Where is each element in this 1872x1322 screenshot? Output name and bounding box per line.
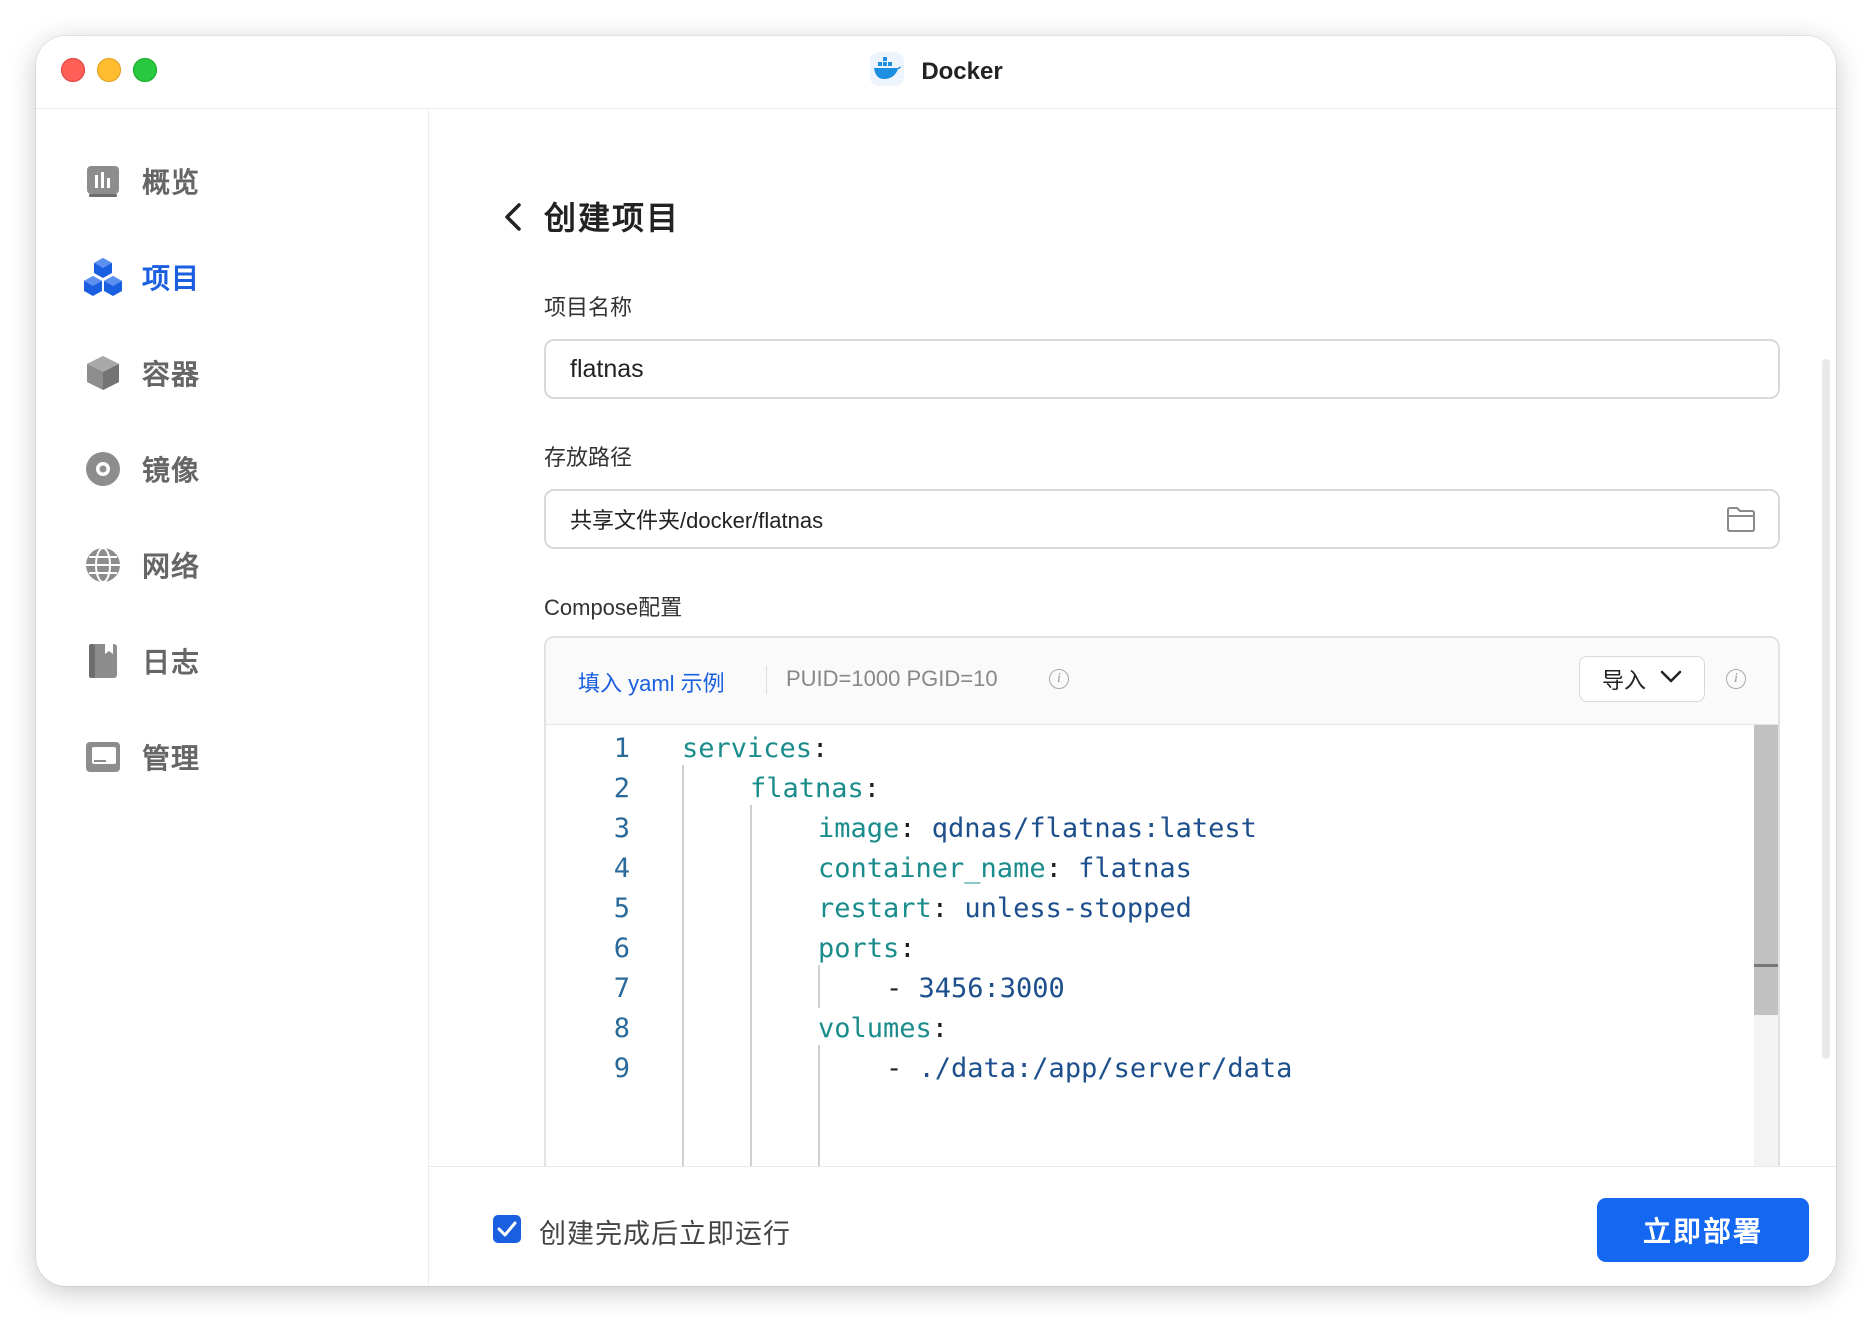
toolbar-divider (766, 666, 767, 694)
app-window: Docker 概览 项目 容器 镜像 网络 日志 管理 创建项目 项目名称 fl… (36, 36, 1836, 1286)
storage-path-label: 存放路径 (544, 445, 633, 470)
scrollbar-marker (1754, 964, 1778, 967)
yaml-key: volumes (818, 1013, 932, 1044)
tray-icon (82, 736, 124, 778)
storage-path-input[interactable]: 共享文件夹/docker/flatnas (544, 489, 1780, 549)
docker-whale-icon (869, 51, 905, 92)
puid-pgid-text: PUID=1000 PGID=10 (786, 666, 998, 691)
sidebar-item-label: 管理 (142, 743, 201, 774)
sidebar-item-label: 网络 (142, 551, 201, 582)
sidebar-item-label: 容器 (142, 359, 201, 390)
sidebar-item-label: 日志 (142, 647, 201, 678)
line-number: 9 (613, 1053, 630, 1084)
run-after-create-checkbox[interactable] (493, 1215, 521, 1243)
compose-label: Compose配置 (544, 595, 683, 620)
title-bar: Docker (36, 36, 1836, 109)
window-title: Docker (921, 57, 1003, 85)
folder-icon[interactable] (1726, 505, 1756, 538)
import-info-icon[interactable]: i (1726, 669, 1746, 689)
cubes-icon (82, 256, 124, 298)
deploy-now-button[interactable]: 立即部署 (1597, 1198, 1809, 1262)
code-area[interactable]: 1 services: 2 flatnas: 3 image: qdnas/fl… (546, 725, 1756, 1194)
project-name-label: 项目名称 (544, 295, 633, 320)
code-line: 9 - ./data:/app/server/data (546, 1045, 1756, 1093)
yaml-value: 3456:3000 (918, 973, 1065, 1004)
main-panel: 创建项目 项目名称 flatnas 存放路径 共享文件夹/docker/flat… (429, 109, 1836, 1286)
sidebar-item-containers[interactable]: 容器 (82, 349, 200, 397)
puid-info-icon[interactable]: i (1049, 669, 1069, 689)
sidebar-item-network[interactable]: 网络 (82, 541, 200, 589)
globe-icon (82, 544, 124, 586)
project-name-input[interactable]: flatnas (544, 339, 1780, 399)
bar-chart-icon (82, 160, 124, 202)
import-label: 导入 (1601, 668, 1646, 693)
page-title: 创建项目 (544, 200, 681, 236)
sidebar: 概览 项目 容器 镜像 网络 日志 管理 (36, 109, 429, 1286)
yaml-value: ./data:/app/server/data (918, 1053, 1293, 1084)
box-icon (82, 352, 124, 394)
import-dropdown-button[interactable]: 导入 (1579, 656, 1705, 702)
yaml-value: unless-stopped (964, 893, 1192, 924)
project-name-value: flatnas (570, 354, 644, 383)
back-button[interactable] (497, 197, 533, 237)
yaml-key: image (818, 813, 900, 844)
chevron-down-icon (1660, 670, 1682, 689)
sidebar-item-label: 项目 (142, 263, 201, 294)
book-icon (82, 640, 124, 682)
yaml-key: ports (818, 933, 900, 964)
sidebar-item-images[interactable]: 镜像 (82, 445, 200, 493)
footer-bar: 创建完成后立即运行 立即部署 (429, 1166, 1836, 1286)
storage-path-value: 共享文件夹/docker/flatnas (570, 508, 824, 533)
yaml-key: restart (818, 893, 932, 924)
sidebar-item-label: 镜像 (142, 455, 201, 486)
sidebar-item-logs[interactable]: 日志 (82, 637, 200, 685)
page-scrollbar[interactable] (1822, 359, 1830, 1059)
yaml-key: container_name (818, 853, 1046, 884)
yaml-key: services (682, 733, 813, 764)
disc-icon (82, 448, 124, 490)
fill-yaml-example-link[interactable]: 填入 yaml 示例 (578, 666, 725, 698)
yaml-key: flatnas (750, 773, 864, 804)
sidebar-item-overview[interactable]: 概览 (82, 157, 200, 205)
sidebar-item-label: 概览 (142, 167, 201, 198)
yaml-value: flatnas (1078, 853, 1192, 884)
editor-toolbar: 填入 yaml 示例 PUID=1000 PGID=10 i 导入 i (546, 638, 1778, 725)
sidebar-item-management[interactable]: 管理 (82, 733, 200, 781)
yaml-value: qdnas/flatnas:latest (931, 813, 1257, 844)
run-after-create-label[interactable]: 创建完成后立即运行 (539, 1212, 791, 1251)
editor-scrollbar-thumb[interactable] (1754, 725, 1778, 1015)
sidebar-item-projects[interactable]: 项目 (82, 253, 200, 301)
compose-editor[interactable]: 填入 yaml 示例 PUID=1000 PGID=10 i 导入 i 1 se… (544, 636, 1780, 1196)
